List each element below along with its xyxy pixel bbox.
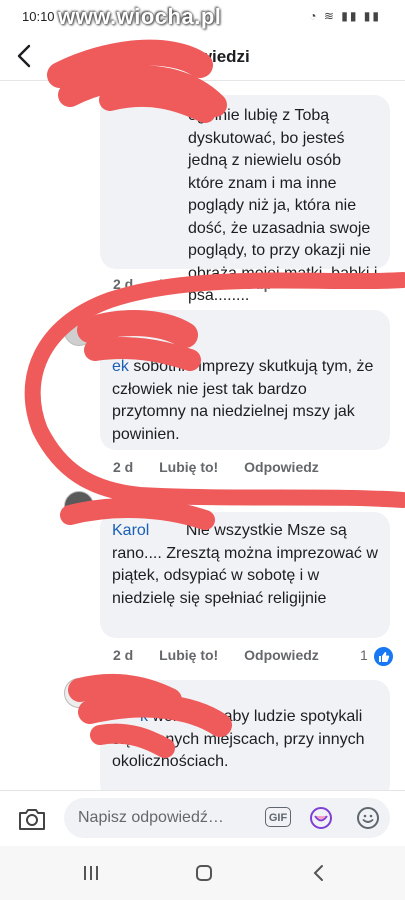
comment-actions: 2 d Lubię to! Odp	[113, 276, 294, 292]
comment-author[interactable]: Karol	[112, 522, 149, 539]
status-bar: 10:10 www.wiocha.pl ◔ ≋ ▮▮ ▮▮	[0, 0, 405, 34]
comment-text: wolałbym aby ludzie spotykali się w inny…	[112, 708, 365, 770]
status-icons: ◔ ≋ ▮▮ ▮▮	[309, 9, 381, 23]
comment-text: sobotnie imprezy skutkują tym, że człowi…	[112, 358, 374, 443]
like-reaction-icon[interactable]	[372, 645, 395, 668]
mention-link[interactable]: k	[140, 708, 148, 725]
like-link[interactable]: Lubię to!	[159, 647, 218, 663]
mention-link[interactable]: ek	[112, 358, 129, 375]
comment-list[interactable]: ogólnie lubię z Tobą dyskutować, bo jest…	[0, 80, 405, 790]
avatar[interactable]	[64, 316, 94, 346]
sticker-icon[interactable]	[309, 806, 333, 830]
comment-time: 2 d	[113, 276, 134, 292]
comment-bubble: ✎ Autor k wolałbym aby ludzie spotykali …	[100, 680, 390, 790]
reaction-count: 1	[360, 647, 368, 663]
like-link[interactable]: Lubię to!	[159, 276, 218, 292]
avatar[interactable]	[64, 491, 94, 521]
status-time: 10:10	[22, 9, 55, 24]
page-title: powiedzi	[178, 47, 250, 66]
comment-time: 2 d	[113, 459, 134, 475]
comment-text: Nie wszystkie Msze są rano.... Zresztą m…	[112, 522, 378, 607]
comment-text: ogólnie lubię z Tobą dyskutować, bo jest…	[188, 107, 378, 304]
reply-link[interactable]: Odpowiedz	[244, 459, 319, 475]
reply-composer: Napisz odpowiedź… GIF	[0, 790, 405, 847]
home-icon[interactable]	[194, 863, 214, 883]
reply-link[interactable]: Odpowiedz	[244, 647, 319, 663]
recent-apps-icon[interactable]	[82, 864, 100, 882]
like-link[interactable]: Lubię to!	[159, 459, 218, 475]
camera-icon[interactable]	[17, 805, 47, 833]
reply-input-placeholder: Napisz odpowiedź…	[78, 809, 224, 826]
comment-bubble: ogólnie lubię z Tobą dyskutować, bo jest…	[100, 95, 390, 304]
author-badge: ✎ Autor	[126, 687, 171, 701]
comment-bubble: Karol Nie wszystkie Msze są rano.... Zre…	[100, 512, 390, 638]
watermark: www.wiocha.pl	[58, 4, 222, 29]
comment-actions: 2 d Lubię to! Odpowiedz	[113, 459, 341, 475]
reply-link[interactable]: Odp	[244, 276, 272, 292]
comment-time: 2 d	[113, 647, 134, 663]
top-bar: powiedzi	[0, 34, 405, 81]
emoji-icon[interactable]	[356, 806, 380, 830]
comment-bubble: ek sobotnie imprezy skutkują tym, że czł…	[100, 310, 390, 450]
avatar[interactable]	[64, 678, 94, 708]
reply-input[interactable]: Napisz odpowiedź… GIF	[64, 798, 390, 838]
system-back-icon[interactable]	[309, 863, 329, 883]
back-arrow-icon[interactable]	[14, 42, 36, 70]
gif-icon[interactable]: GIF	[265, 807, 291, 827]
comment-actions: 2 d Lubię to! Odpowiedz	[113, 647, 341, 663]
system-nav-bar	[0, 846, 405, 900]
